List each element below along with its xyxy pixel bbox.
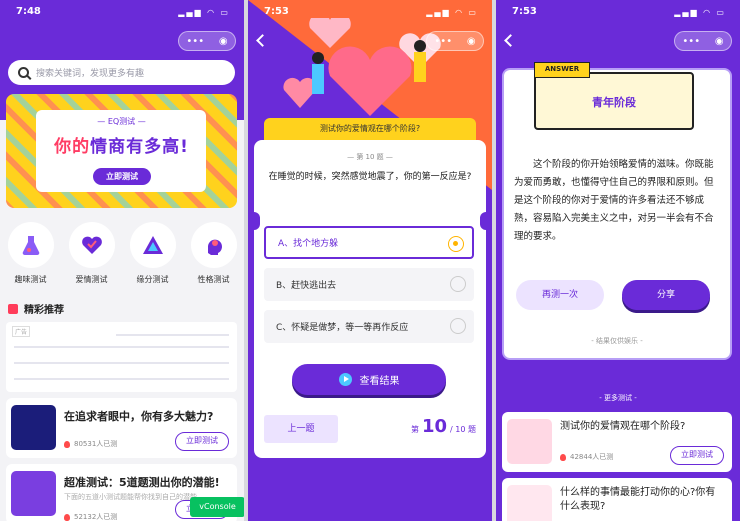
banner-headline-b: 情商有多高!	[90, 137, 189, 157]
category-label: 趣味测试	[14, 275, 47, 284]
more-dots-icon[interactable]: •••	[434, 36, 452, 47]
card-title: 什么样的事情最能打动你的心?你有什么表现?	[560, 487, 716, 512]
mini-program-capsule[interactable]: ••• ◉	[674, 31, 732, 51]
radio-selected-icon	[448, 236, 464, 252]
card-count: 52132人已测	[64, 512, 117, 521]
ad-line	[14, 378, 229, 380]
question-screen: 7:53 ▂▄▆ ◠ ▭ ••• ◉ 测试你的爱情观在哪个阶段? — 第 10 …	[248, 0, 492, 521]
heart-icon	[68, 222, 115, 268]
mini-program-capsule[interactable]: ••• ◉	[426, 31, 484, 51]
question-card: — 第 10 题 — 在睡觉的时候，突然感觉地震了，你的第一反应是? A、找个地…	[248, 140, 492, 458]
category-label: 爱情测试	[75, 275, 108, 284]
eq-test-banner[interactable]: — EQ测试 — 你的情商有多高! 立即测试	[6, 94, 237, 208]
card-thumbnail	[11, 405, 56, 450]
vconsole-button[interactable]: vConsole	[190, 497, 244, 517]
flame-icon	[64, 513, 70, 521]
target-icon[interactable]: ◉	[467, 36, 476, 47]
answer-card: 青年阶段 ANSWER 这个阶段的你开始领略爱情的滋味。你既能为爱而勇敢，也懂得…	[502, 62, 732, 360]
answer-text: 这个阶段的你开始领略爱情的滋味。你既能为爱而勇敢，也懂得守住自己的界限和原则。但…	[514, 159, 714, 242]
mini-program-capsule[interactable]: ••• ◉	[178, 31, 236, 51]
radio-icon	[450, 276, 466, 292]
test-card[interactable]: 测试你的爱情观在哪个阶段? 42844人已测 立即测试	[502, 412, 732, 472]
banner-headline-a: 你的	[54, 137, 91, 157]
retest-button[interactable]: 再测一次	[516, 280, 604, 310]
section-title: 精彩推荐	[24, 305, 64, 316]
ad-line	[14, 346, 229, 348]
home-screen: 7:48 ▂▄▆ ◠ ▭ ••• ◉ 搜索关键词，发现更多有趣 — EQ测试 —…	[0, 0, 244, 521]
question-pager: 第 10/ 10 题	[410, 416, 476, 437]
answer-title: 青年阶段	[534, 72, 694, 130]
card-title: 测试你的爱情观在哪个阶段?	[560, 421, 686, 432]
play-icon	[338, 373, 352, 386]
triangle-icon	[129, 222, 176, 268]
take-test-button[interactable]: 立即测试	[175, 432, 229, 451]
card-notch	[480, 212, 492, 230]
ad-line	[116, 334, 229, 336]
flask-icon	[7, 222, 54, 268]
category-love[interactable]: 爱情测试	[64, 222, 119, 285]
status-icons: ▂▄▆ ◠ ▭	[674, 8, 726, 17]
option-c[interactable]: C、怀疑是做梦，等一等再作反应	[264, 310, 474, 343]
question-number: — 第 10 题 —	[347, 153, 393, 161]
option-b[interactable]: B、赶快逃出去	[264, 268, 474, 301]
test-card[interactable]: 什么样的事情最能打动你的心?你有什么表现?	[502, 478, 732, 521]
radio-icon	[450, 318, 466, 334]
question-text: 在睡觉的时候，突然感觉地震了，你的第一反应是?	[268, 172, 472, 182]
category-row: 趣味测试 爱情测试 缘分测试 性格测试	[0, 222, 244, 285]
banner-tag: — EQ测试 —	[97, 117, 146, 126]
status-time: 7:53	[264, 6, 289, 17]
search-placeholder: 搜索关键词，发现更多有趣	[36, 69, 145, 79]
recommend-icon	[8, 303, 18, 314]
category-personality[interactable]: 性格测试	[186, 222, 241, 285]
card-title: 在追求者眼中，你有多大魅力?	[64, 410, 214, 423]
target-icon[interactable]: ◉	[715, 36, 724, 47]
more-dots-icon[interactable]: •••	[186, 36, 204, 47]
card-count: 42844人已测	[560, 452, 613, 462]
card-thumbnail	[507, 485, 552, 521]
ad-line	[14, 362, 229, 364]
category-label: 缘分测试	[136, 275, 169, 284]
status-bar: 7:53 ▂▄▆ ◠ ▭	[264, 6, 478, 20]
card-count: 80531人已测	[64, 439, 117, 449]
view-result-button[interactable]: 查看结果	[292, 364, 446, 395]
target-icon[interactable]: ◉	[219, 36, 228, 47]
back-arrow-icon[interactable]	[504, 34, 517, 47]
ad-label: 广告	[12, 326, 31, 337]
search-input[interactable]: 搜索关键词，发现更多有趣	[8, 60, 235, 85]
status-time: 7:48	[16, 6, 41, 17]
entertainment-note: - 结果仅供娱乐 -	[591, 337, 643, 345]
take-test-button[interactable]: 立即测试	[670, 446, 724, 465]
status-bar: 7:48 ▂▄▆ ◠ ▭	[16, 6, 230, 20]
status-bar: 7:53 ▂▄▆ ◠ ▭	[512, 6, 726, 20]
test-card[interactable]: 在追求者眼中，你有多大魅力? 80531人已测 立即测试	[6, 398, 237, 458]
section-header: 精彩推荐	[8, 301, 64, 316]
status-icons: ▂▄▆ ◠ ▭	[426, 8, 478, 17]
card-title: 超准测试：5道题测出你的潜能!	[64, 476, 220, 489]
previous-question-button[interactable]: 上一题	[264, 415, 338, 443]
flame-icon	[64, 440, 70, 448]
category-fate[interactable]: 缘分测试	[125, 222, 180, 285]
flame-icon	[560, 453, 566, 461]
banner-headline: 你的情商有多高!	[6, 132, 237, 157]
banner-cta-button[interactable]: 立即测试	[93, 168, 151, 185]
quiz-title: 测试你的爱情观在哪个阶段?	[264, 118, 476, 140]
option-a[interactable]: A、找个地方躲	[264, 226, 474, 259]
head-icon	[190, 222, 237, 268]
answer-screen: 7:53 ▂▄▆ ◠ ▭ ••• ◉ 青年阶段 ANSWER 这个阶段的你开始领…	[496, 0, 740, 521]
more-dots-icon[interactable]: •••	[682, 36, 700, 47]
share-button[interactable]: 分享	[622, 280, 710, 310]
more-tests-label: - 更多测试 -	[599, 394, 637, 402]
card-subtitle: 下面的五道小测试题能帮你找到自己的潜能	[64, 493, 197, 501]
category-fun[interactable]: 趣味测试	[3, 222, 58, 285]
answer-tag: ANSWER	[534, 62, 590, 78]
status-time: 7:53	[512, 6, 537, 17]
search-icon	[18, 67, 29, 78]
status-icons: ▂▄▆ ◠ ▭	[178, 8, 230, 17]
category-label: 性格测试	[197, 275, 230, 284]
card-thumbnail	[507, 419, 552, 464]
ad-banner[interactable]: 广告	[6, 322, 237, 392]
card-notch	[248, 212, 260, 230]
card-thumbnail	[11, 471, 56, 516]
